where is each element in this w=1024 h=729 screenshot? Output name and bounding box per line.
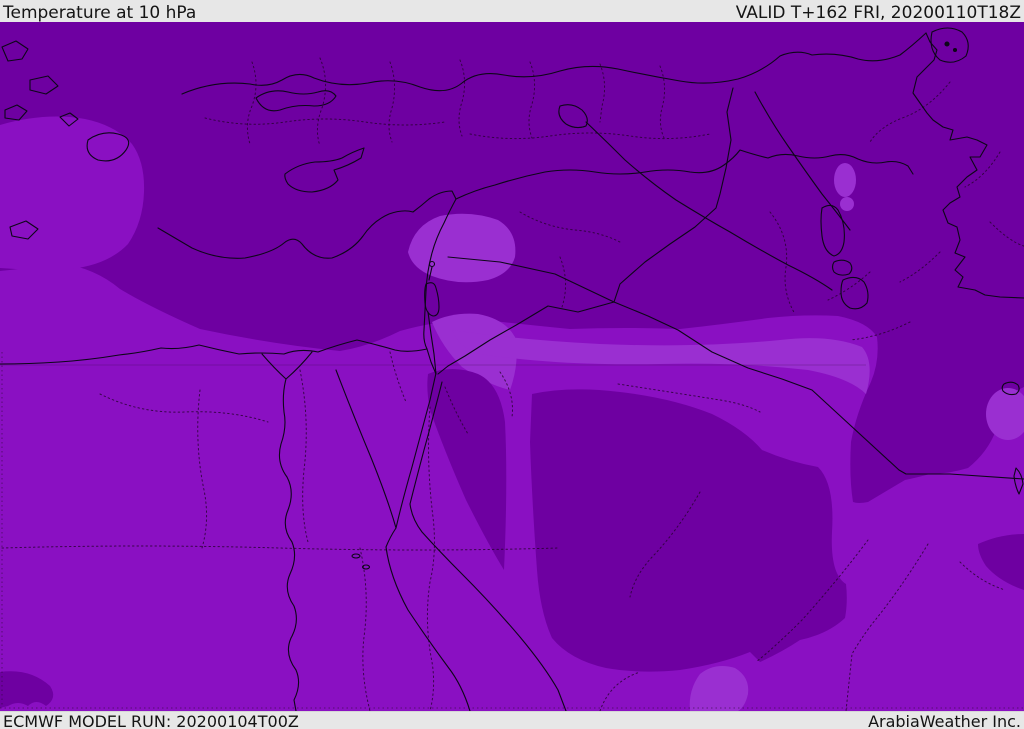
model-run-label: ECMWF MODEL RUN: 20200104T00Z [3,712,299,729]
map-title: Temperature at 10 hPa [3,3,197,22]
temperature-shading [0,22,1024,711]
shade-mid-aegean-blob [0,116,145,270]
valid-time-label: VALID T+162 FRI, 20200110T18Z [735,3,1021,22]
weather-map-canvas [0,22,1024,711]
weather-map [0,22,1024,711]
provider-label: ArabiaWeather Inc. [868,712,1021,729]
ne-lake-island [944,41,950,47]
shade-warm-iraq-spot [834,163,856,197]
footer-bar: ECMWF MODEL RUN: 20200104T00Z ArabiaWeat… [0,711,1024,729]
shade-warm-iraq-spot-small [840,197,854,211]
ne-lake-island-2 [952,47,958,53]
header-bar: Temperature at 10 hPa VALID T+162 FRI, 2… [0,0,1024,22]
